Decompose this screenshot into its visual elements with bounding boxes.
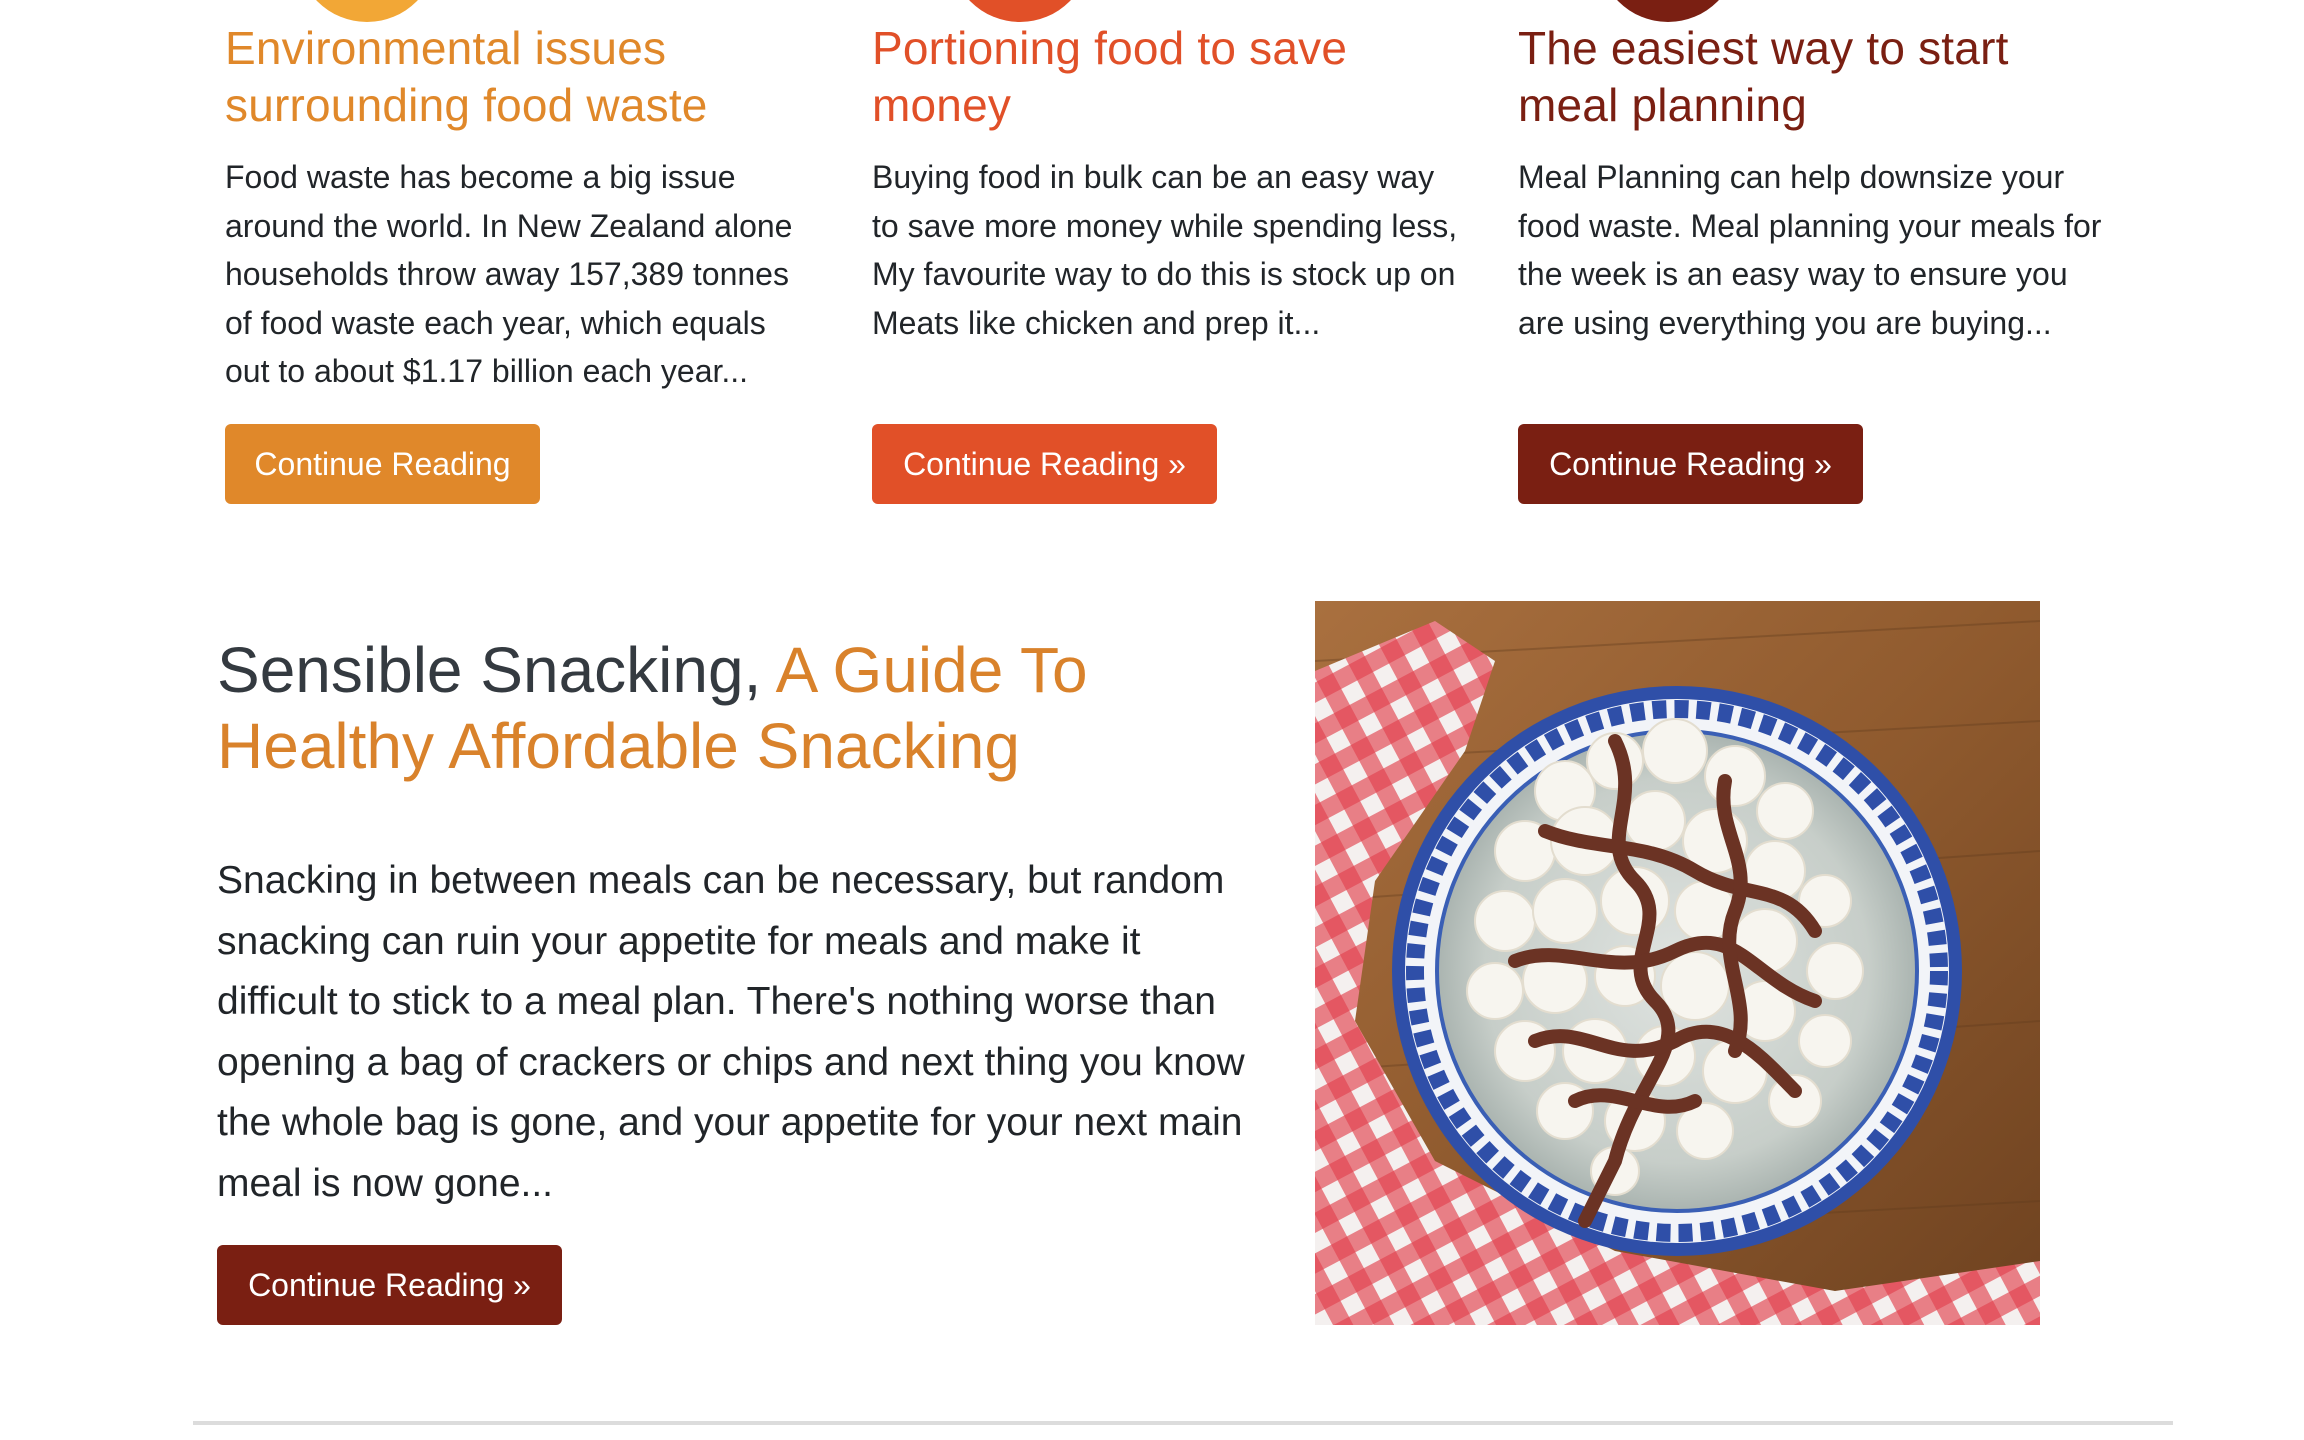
article-2-continue-button[interactable]: Continue Reading » [872,424,1217,504]
section-divider [193,1421,2173,1425]
article-3-title: The easiest way to start meal planning [1518,22,2009,131]
feature-continue-button[interactable]: Continue Reading » [217,1245,562,1325]
article-1-excerpt: Food waste has become a big issue around… [225,159,793,389]
article-1-continue-button[interactable]: Continue Reading [225,424,540,504]
article-2-title: Portioning food to save money [872,22,1348,131]
article-card-2: Portioning food to save money Buying foo… [872,20,1462,504]
feature-title: Sensible Snacking, A Guide To Healthy Af… [217,632,1217,784]
popcorn-bowl-photo [1315,601,2040,1325]
article-2-circle-image [950,0,1090,22]
feature-title-main: Sensible Snacking, [217,634,762,706]
article-3-continue-button[interactable]: Continue Reading » [1518,424,1863,504]
article-3-excerpt: Meal Planning can help downsize your foo… [1518,159,2102,341]
feature-excerpt: Snacking in between meals can be necessa… [217,859,1245,1205]
article-card-1: Environmental issues surrounding food wa… [225,20,815,504]
article-card-3: The easiest way to start meal planning M… [1518,20,2108,504]
article-1-title: Environmental issues surrounding food wa… [225,22,708,131]
article-2-excerpt: Buying food in bulk can be an easy way t… [872,159,1458,341]
article-3-circle-image [1598,0,1738,22]
page: Environmental issues surrounding food wa… [0,0,2304,1440]
article-1-circle-image [297,0,437,22]
